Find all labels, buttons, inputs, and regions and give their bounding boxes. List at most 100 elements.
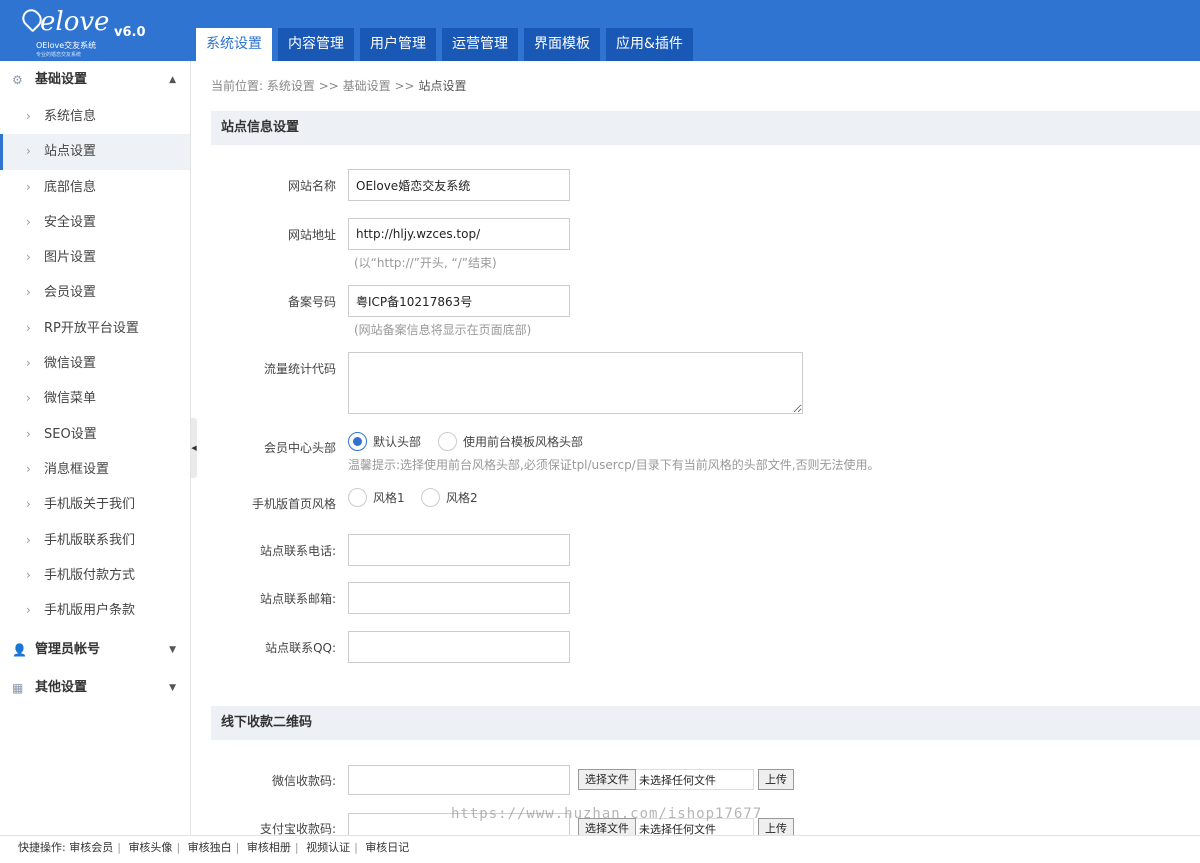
site-name-label: 网站名称 xyxy=(287,179,336,193)
tab-apps-plugins[interactable]: 应用&插件 xyxy=(606,28,693,61)
sidebar-group-label: 其他设置 xyxy=(35,680,88,696)
grid-icon: ▦ xyxy=(12,681,24,696)
email-input[interactable] xyxy=(348,582,570,614)
sidebar-item-label: 图片设置 xyxy=(44,250,97,266)
sidebar-group-other-settings[interactable]: ▦ 其他设置 ▼ xyxy=(0,669,190,707)
section-site-info-title: 站点信息设置 xyxy=(211,111,1200,145)
radio-dot xyxy=(348,432,367,451)
footer-link-video-verify[interactable]: 视频认证 xyxy=(306,841,350,854)
wechat-qr-input[interactable] xyxy=(348,765,570,795)
footer-link-review-avatars[interactable]: 审核头像 xyxy=(128,841,172,854)
stats-code-textarea[interactable] xyxy=(348,352,803,414)
sidebar-item-mobile-contact[interactable]: › 手机版联系我们 xyxy=(0,523,190,558)
footer-link-review-members[interactable]: 审核会员 xyxy=(69,841,113,854)
tab-ui-templates[interactable]: 界面模板 xyxy=(524,28,600,61)
qq-label: 站点联系QQ: xyxy=(265,641,336,655)
qq-input[interactable] xyxy=(348,631,570,663)
site-url-label: 网站地址 xyxy=(287,228,336,242)
sidebar-item-mobile-about[interactable]: › 手机版关于我们 xyxy=(0,487,190,522)
icp-input[interactable] xyxy=(348,285,570,317)
chevron-right-icon: › xyxy=(26,356,31,371)
breadcrumb-level1[interactable]: 系统设置 xyxy=(267,79,315,93)
chevron-right-icon: › xyxy=(26,532,31,547)
sidebar-item-seo[interactable]: › SEO设置 xyxy=(0,417,190,452)
sidebar-group-admin-accounts[interactable]: 👤 管理员帐号 ▼ xyxy=(0,631,190,669)
wechat-choose-file-button[interactable]: 选择文件 xyxy=(578,769,636,790)
radio-dot xyxy=(421,488,440,507)
chevron-right-icon: › xyxy=(26,179,31,194)
sidebar-item-label: 手机版联系我们 xyxy=(44,532,136,548)
sidebar-item-member-settings[interactable]: › 会员设置 xyxy=(0,275,190,310)
footer-separator: | xyxy=(117,841,121,854)
wechat-file-status: 未选择任何文件 xyxy=(636,769,754,790)
sidebar-item-security[interactable]: › 安全设置 xyxy=(0,205,190,240)
sidebar-item-label: SEO设置 xyxy=(44,426,97,442)
sidebar-item-image-settings[interactable]: › 图片设置 xyxy=(0,240,190,275)
member-header-label: 会员中心头部 xyxy=(263,441,336,455)
breadcrumb-prefix: 当前位置: xyxy=(211,79,264,93)
section-offline-pay-title: 线下收款二维码 xyxy=(211,706,1200,740)
sidebar-group-label: 基础设置 xyxy=(35,72,88,87)
tab-content-management[interactable]: 内容管理 xyxy=(278,28,354,61)
chevron-right-icon: › xyxy=(26,109,31,123)
footer-prefix: 快捷操作: xyxy=(18,841,66,854)
sidebar-item-site-settings[interactable]: › 站点设置 xyxy=(0,134,190,170)
logo[interactable]: elove OElove交友系统 专业的婚恋交友系统 xyxy=(18,5,109,58)
tab-system-settings[interactable]: 系统设置 xyxy=(196,28,272,61)
breadcrumb-separator: >> xyxy=(394,79,415,93)
sidebar-item-label: 站点设置 xyxy=(44,144,97,160)
radio-dot xyxy=(438,432,457,451)
sidebar-item-message-box[interactable]: › 消息框设置 xyxy=(0,452,190,487)
radio-label: 风格2 xyxy=(446,491,478,505)
sidebar-item-system-info[interactable]: › 系统信息 xyxy=(0,99,190,134)
sidebar-item-wechat-settings[interactable]: › 微信设置 xyxy=(0,346,190,381)
logo-subtitle: OElove交友系统 xyxy=(36,41,97,50)
phone-input[interactable] xyxy=(348,534,570,566)
footer-link-review-albums[interactable]: 审核相册 xyxy=(247,841,291,854)
sidebar-item-label: 安全设置 xyxy=(44,214,97,230)
sidebar-item-mobile-terms[interactable]: › 手机版用户条款 xyxy=(0,593,190,628)
radio-label: 风格1 xyxy=(373,491,405,505)
sidebar-item-rp-platform[interactable]: › RP开放平台设置 xyxy=(0,311,190,346)
sidebar-item-label: RP开放平台设置 xyxy=(44,320,139,336)
wechat-qr-label: 微信收款码: xyxy=(271,774,336,788)
chevron-right-icon: › xyxy=(26,461,31,476)
wechat-upload-button[interactable]: 上传 xyxy=(758,769,794,790)
caret-left-icon: ◀ xyxy=(191,444,197,452)
footer-separator: | xyxy=(176,841,181,854)
mobile-style-1-radio[interactable]: 风格1 xyxy=(348,488,405,507)
footer-separator: | xyxy=(235,841,240,854)
sidebar-item-label: 会员设置 xyxy=(44,285,97,301)
tab-user-management[interactable]: 用户管理 xyxy=(360,28,436,61)
footer-link-review-monologues[interactable]: 审核独白 xyxy=(188,841,232,854)
site-name-input[interactable] xyxy=(348,169,570,201)
member-header-default-radio[interactable]: 默认头部 xyxy=(348,432,421,451)
sidebar-item-label: 手机版关于我们 xyxy=(44,497,136,513)
sidebar-item-footer-info[interactable]: › 底部信息 xyxy=(0,170,190,205)
site-url-input[interactable] xyxy=(348,218,570,250)
sidebar-item-label: 底部信息 xyxy=(44,179,97,195)
mobile-style-label: 手机版首页风格 xyxy=(251,497,336,511)
breadcrumb-level2[interactable]: 基础设置 xyxy=(343,79,391,93)
chevron-right-icon: › xyxy=(26,214,31,229)
radio-label: 使用前台模板风格头部 xyxy=(463,435,584,449)
member-header-hint: 温馨提示:选择使用前台风格头部,必须保证tpl/usercp/目录下有当前风格的… xyxy=(348,458,880,472)
sidebar-item-label: 消息框设置 xyxy=(44,461,110,477)
phone-label: 站点联系电话: xyxy=(259,544,336,558)
sidebar-item-wechat-menu[interactable]: › 微信菜单 xyxy=(0,381,190,416)
footer-link-review-diaries[interactable]: 审核日记 xyxy=(365,841,409,854)
sidebar-item-mobile-payment[interactable]: › 手机版付款方式 xyxy=(0,558,190,593)
mobile-style-2-radio[interactable]: 风格2 xyxy=(421,488,478,507)
alipay-upload-button[interactable]: 上传 xyxy=(758,818,794,835)
icp-hint: (网站备案信息将显示在页面底部) xyxy=(354,323,532,337)
main-content: 当前位置: 系统设置 >> 基础设置 >> 站点设置 站点信息设置 网站名称 网… xyxy=(197,61,1200,835)
member-header-frontend-radio[interactable]: 使用前台模板风格头部 xyxy=(438,432,583,451)
sidebar-item-label: 系统信息 xyxy=(44,109,97,124)
watermark-text: https://www.huzhan.com/ishop17677 xyxy=(451,806,763,822)
sidebar-group-basic-settings[interactable]: ⚙ 基础设置 ▲ xyxy=(0,61,190,99)
sidebar-item-label: 手机版用户条款 xyxy=(44,603,136,619)
footer-quick-actions: 快捷操作: 审核会员 | 审核头像 | 审核独白 | 审核相册 | 视频认证 | 审核日记 xyxy=(0,835,1200,863)
tab-operations[interactable]: 运营管理 xyxy=(442,28,518,61)
chevron-right-icon: › xyxy=(26,250,31,265)
stats-code-label: 流量统计代码 xyxy=(263,362,336,376)
